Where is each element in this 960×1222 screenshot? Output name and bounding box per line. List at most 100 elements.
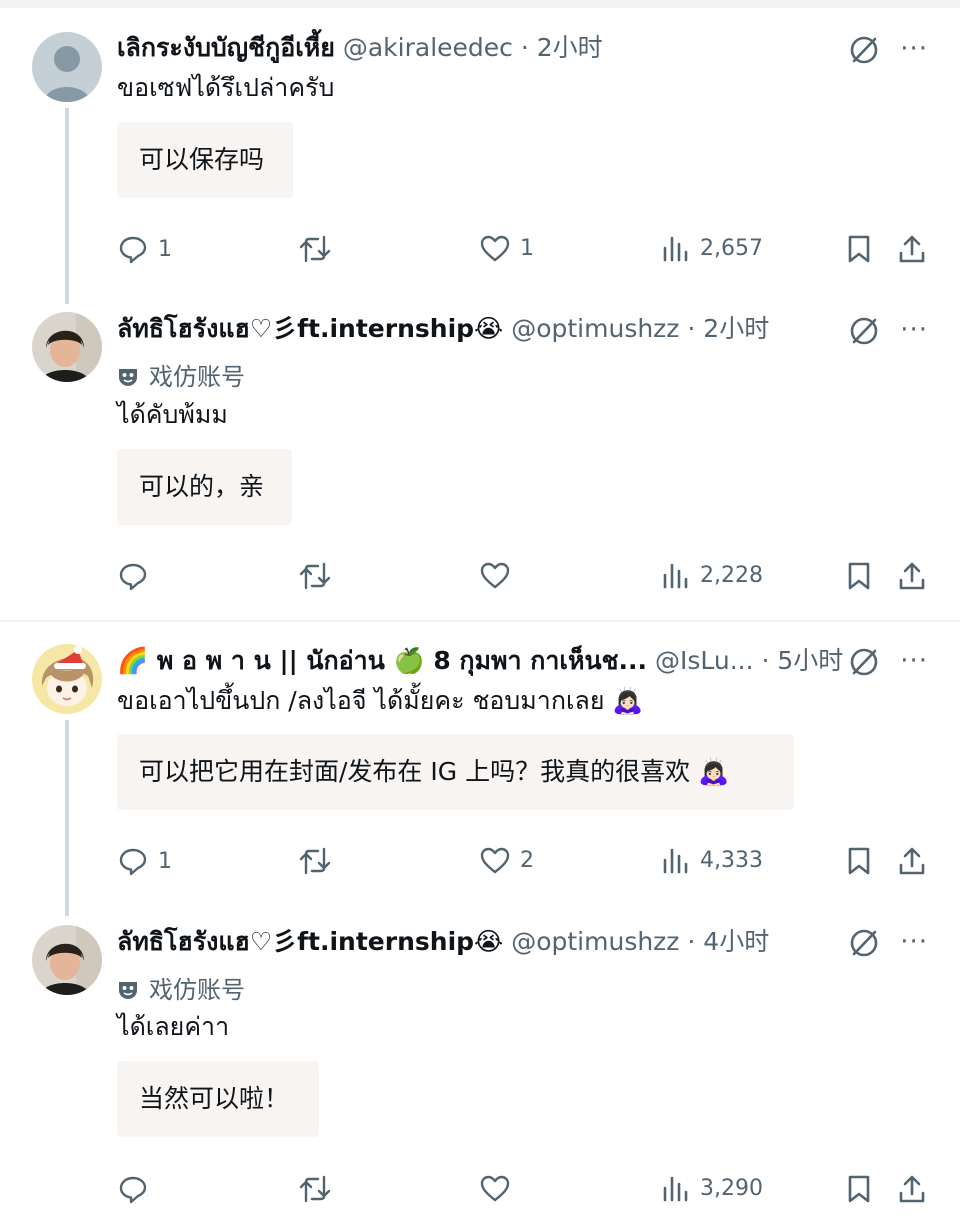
views-icon xyxy=(663,563,688,589)
repost-icon xyxy=(299,847,331,875)
reply-button[interactable] xyxy=(118,1174,148,1204)
like-button[interactable] xyxy=(480,561,510,589)
reply-button[interactable] xyxy=(118,561,148,591)
views-count: 2,657 xyxy=(700,235,763,261)
more-options-icon[interactable]: ··· xyxy=(900,315,928,345)
grok-icon[interactable] xyxy=(848,315,880,351)
avatar[interactable] xyxy=(32,32,102,102)
separator-dot: · xyxy=(761,646,770,675)
thread-line xyxy=(65,108,69,304)
views-icon xyxy=(663,848,688,874)
post-actions: 1 1 2,657 xyxy=(0,234,960,274)
views-icon xyxy=(663,236,688,262)
separator-dot: · xyxy=(687,927,696,956)
like-button[interactable]: 2 xyxy=(480,846,534,874)
display-name[interactable]: เลิกระงับบัญชีกูอีเหี้ย xyxy=(117,33,335,62)
heart-icon xyxy=(480,1175,510,1202)
user-handle[interactable]: @optimushzz xyxy=(511,314,679,343)
parody-mask-icon xyxy=(119,982,137,999)
repost-icon xyxy=(299,562,331,590)
more-options-icon[interactable]: ··· xyxy=(900,34,928,64)
repost-button[interactable] xyxy=(298,234,342,264)
separator-dot: · xyxy=(687,314,696,343)
more-options-icon[interactable]: ··· xyxy=(900,646,928,676)
repost-button[interactable] xyxy=(298,1174,332,1204)
views-count: 3,290 xyxy=(700,1175,763,1201)
reply-icon xyxy=(119,1176,147,1204)
bookmark-icon xyxy=(848,1175,870,1203)
views-button[interactable]: 4,333 xyxy=(662,846,763,874)
share-button[interactable] xyxy=(898,846,926,876)
repost-button[interactable] xyxy=(298,846,332,876)
display-name[interactable]: ลัทธิโฮรังแฮ♡彡ft.internship😭 xyxy=(117,927,503,956)
repost-icon xyxy=(299,235,331,263)
post-time[interactable]: 4小时 xyxy=(703,927,769,956)
reply-icon xyxy=(119,236,147,264)
post-time[interactable]: 2小时 xyxy=(537,33,603,62)
translation-box: 可以把它用在封面/发布在 IG 上吗？我真的很喜欢 🙇🏻‍♀️ xyxy=(117,734,794,810)
top-divider xyxy=(0,0,960,8)
bookmark-button[interactable] xyxy=(846,561,872,591)
user-handle[interactable]: @optimushzz xyxy=(511,927,679,956)
repost-button[interactable] xyxy=(298,561,332,591)
like-button[interactable]: 1 xyxy=(480,234,534,262)
views-count: 4,333 xyxy=(700,847,763,873)
avatar[interactable] xyxy=(32,644,102,714)
post-actions: 1 2 4,333 xyxy=(0,846,960,886)
thread-divider xyxy=(0,620,960,622)
avatar[interactable] xyxy=(32,925,102,995)
like-button[interactable] xyxy=(480,1174,510,1202)
post-text: ได้เลยค่าา xyxy=(117,1012,230,1041)
share-icon xyxy=(899,847,925,875)
display-name[interactable]: ลัทธิโฮรังแฮ♡彡ft.internship😭 xyxy=(117,314,503,343)
parody-text: 戏仿账号 xyxy=(149,363,245,391)
share-button[interactable] xyxy=(898,561,926,591)
grok-icon[interactable] xyxy=(848,927,880,963)
post-text: ได้คับพ้มม xyxy=(117,400,228,429)
share-icon xyxy=(899,235,925,263)
views-button[interactable]: 3,290 xyxy=(662,1174,763,1202)
post-text: ขอเซฟได้รึเปล่าครับ xyxy=(117,73,335,102)
share-icon xyxy=(899,562,925,590)
avatar[interactable] xyxy=(32,312,102,382)
bookmark-button[interactable] xyxy=(846,234,872,264)
post-actions: 3,290 xyxy=(0,1174,960,1214)
parody-text: 戏仿账号 xyxy=(149,976,245,1004)
views-button[interactable]: 2,657 xyxy=(662,234,763,262)
user-handle[interactable]: @akiraleedec xyxy=(343,33,513,62)
user-handle[interactable]: @IsLu... xyxy=(655,646,754,675)
grok-icon[interactable] xyxy=(848,34,880,70)
translation-box: 当然可以啦！ xyxy=(117,1061,319,1137)
translation-box: 可以保存吗 xyxy=(117,122,293,198)
like-count: 1 xyxy=(520,235,534,261)
profile-photo xyxy=(32,312,102,382)
default-avatar-icon xyxy=(32,32,102,102)
heart-icon xyxy=(480,847,510,874)
share-button[interactable] xyxy=(898,1174,926,1204)
bookmark-button[interactable] xyxy=(846,846,872,876)
more-options-icon[interactable]: ··· xyxy=(900,927,928,957)
views-icon xyxy=(663,1176,688,1202)
parody-label: 戏仿账号 xyxy=(117,970,245,1005)
heart-icon xyxy=(480,562,510,589)
grok-icon[interactable] xyxy=(848,646,880,682)
reply-button[interactable]: 1 xyxy=(118,234,172,264)
repost-icon xyxy=(299,1175,331,1203)
reply-icon xyxy=(119,848,147,876)
reply-icon xyxy=(119,563,147,591)
bookmark-icon xyxy=(848,847,870,875)
translation-box: 可以的，亲 xyxy=(117,449,292,525)
profile-photo xyxy=(32,644,102,714)
post-actions: 2,228 xyxy=(0,561,960,601)
display-name[interactable]: 🌈 พ อ พ า น || นักอ่าน 🍏 8 กุมพา กาเห็นช… xyxy=(117,646,647,675)
share-button[interactable] xyxy=(898,234,926,264)
post-time[interactable]: 5小时 xyxy=(777,646,843,675)
bookmark-button[interactable] xyxy=(846,1174,872,1204)
post-header: 🌈 พ อ พ า น || นักอ่าน 🍏 8 กุมพา กาเห็นช… xyxy=(117,646,843,676)
parody-mask-icon xyxy=(119,369,137,386)
views-button[interactable]: 2,228 xyxy=(662,561,763,589)
reply-button[interactable]: 1 xyxy=(118,846,172,876)
post-time[interactable]: 2小时 xyxy=(703,314,769,343)
post-header: เลิกระงับบัญชีกูอีเหี้ย @akiraleedec · 2… xyxy=(117,33,603,63)
post-header: ลัทธิโฮรังแฮ♡彡ft.internship😭 @optimushzz… xyxy=(117,314,769,344)
